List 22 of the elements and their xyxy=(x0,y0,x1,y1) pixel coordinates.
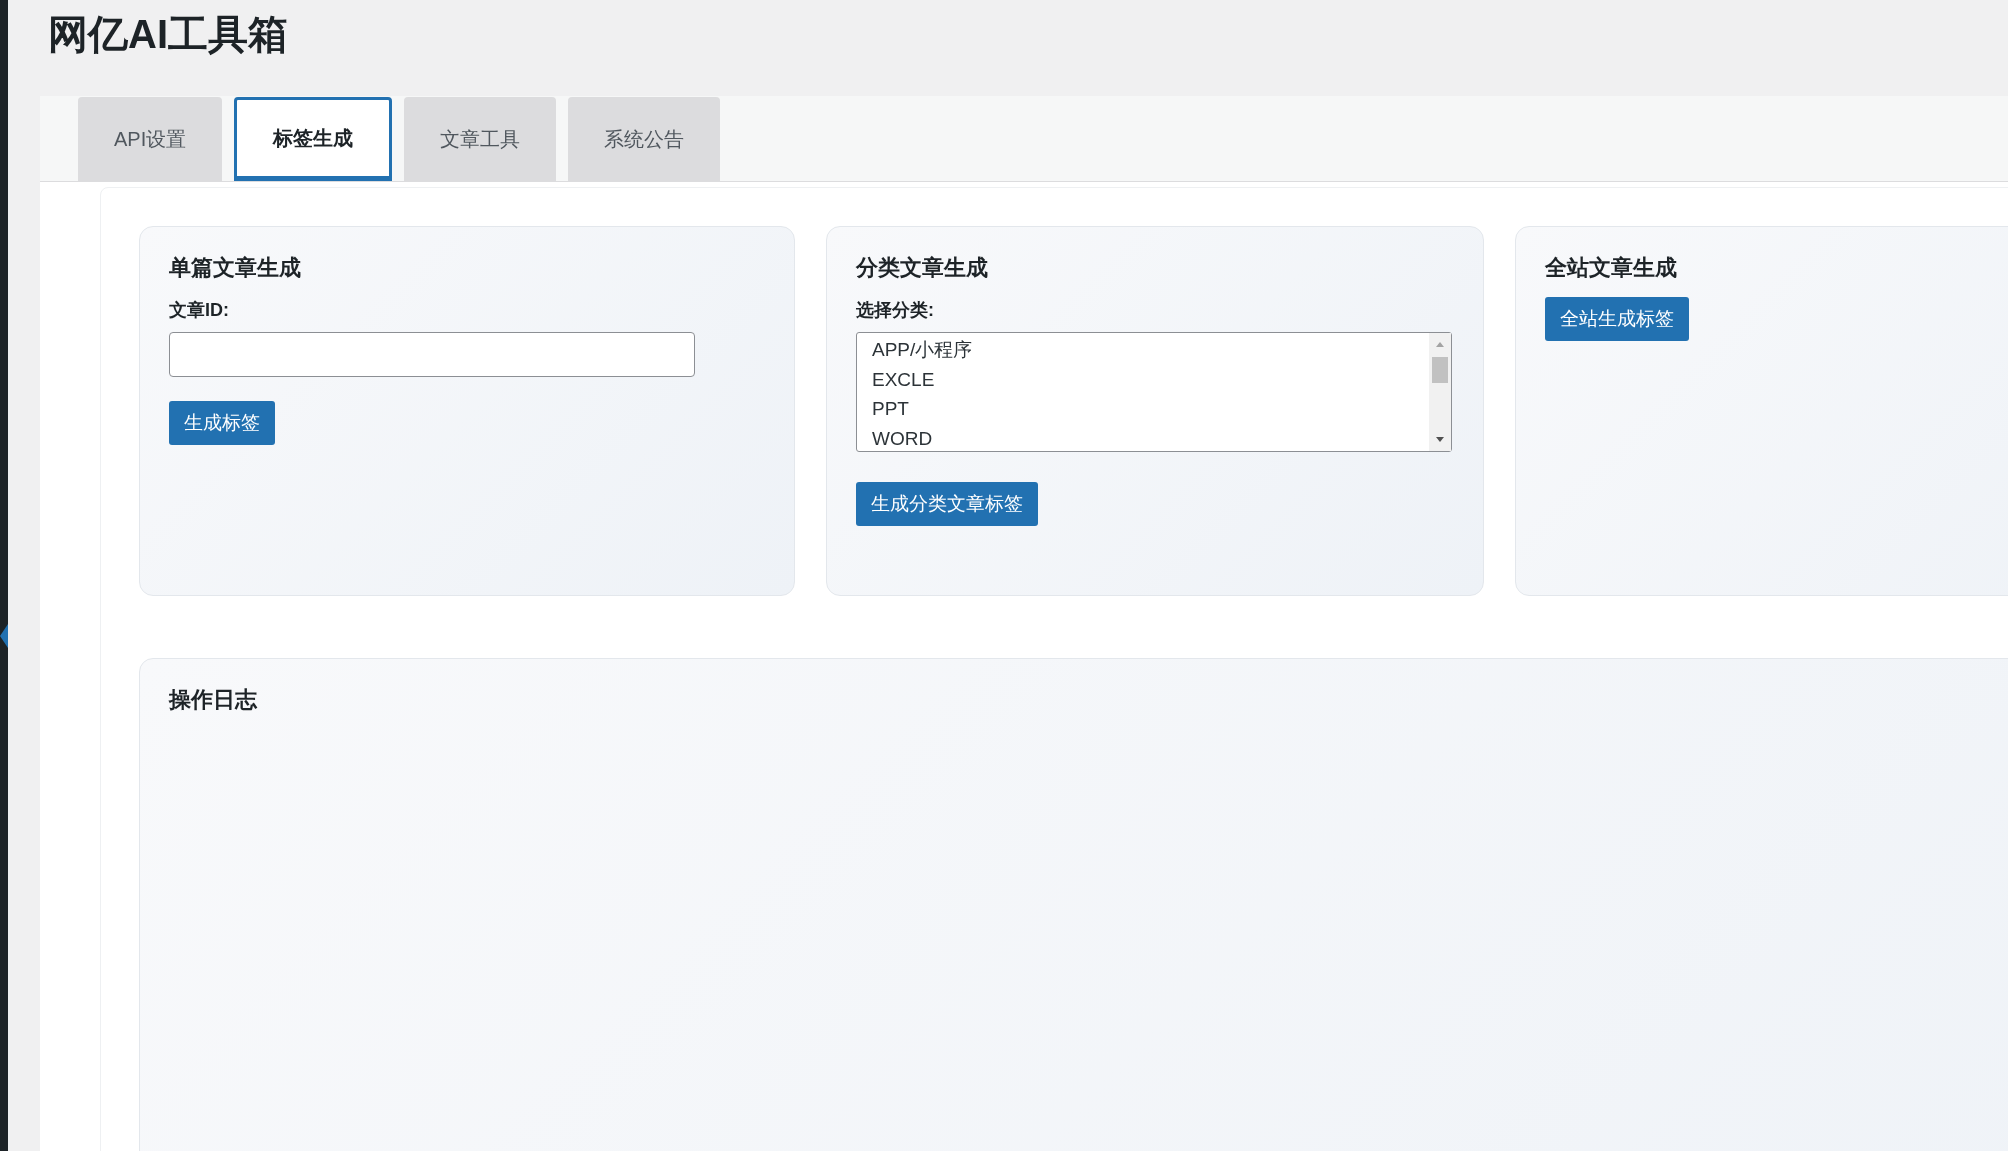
tab[interactable]: 文章工具 xyxy=(404,97,557,181)
tab[interactable]: 标签生成 xyxy=(234,97,393,181)
field-label: 文章ID: xyxy=(169,299,230,323)
list-option[interactable]: APP/小程序 xyxy=(872,335,1414,365)
input-field[interactable] xyxy=(169,332,695,378)
generate-button[interactable]: 生成分类文章标签 xyxy=(856,482,1038,527)
tab[interactable]: API设置 xyxy=(78,97,223,181)
card-title: 单篇文章生成 xyxy=(169,255,302,282)
card-title: 分类文章生成 xyxy=(856,255,989,282)
card-title: 全站文章生成 xyxy=(1545,255,1678,282)
field-label: 选择分类: xyxy=(856,299,935,323)
scrollbar-drawing[interactable] xyxy=(1429,333,1451,452)
generate-button[interactable]: 生成标签 xyxy=(169,401,275,446)
generate-button[interactable]: 全站生成标签 xyxy=(1545,297,1689,342)
list-option[interactable]: EXCLE xyxy=(872,364,1414,395)
list-option[interactable]: WORD xyxy=(872,423,1414,454)
list-option[interactable]: PPT xyxy=(872,394,1414,424)
card-title: 操作日志 xyxy=(169,687,258,714)
collapse-arrow-icon[interactable] xyxy=(0,624,8,648)
category-listbox[interactable]: APP/小程序 EXCLE PPT WORD xyxy=(856,332,1452,453)
page-title: 网亿AI工具箱 xyxy=(48,11,289,58)
tab[interactable]: 系统公告 xyxy=(568,97,721,181)
